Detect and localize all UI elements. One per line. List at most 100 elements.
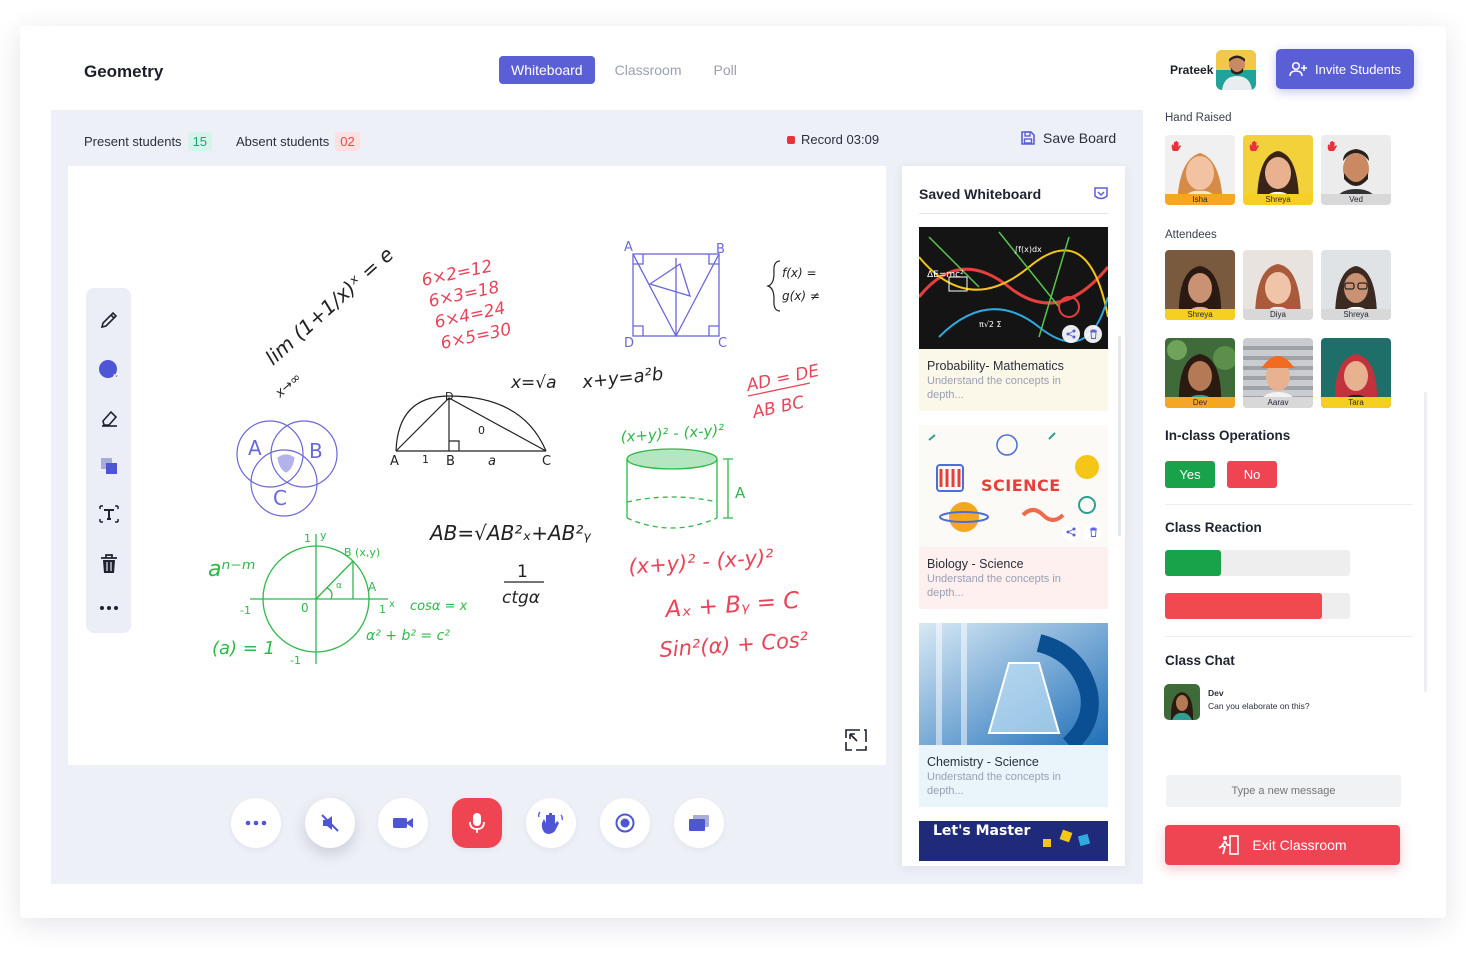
present-label: Present students bbox=[84, 134, 182, 149]
attendee-tile[interactable]: Shreya bbox=[1321, 250, 1391, 320]
venn-label-a: A bbox=[248, 436, 262, 460]
delete-icon[interactable] bbox=[1084, 523, 1102, 541]
save-board-label: Save Board bbox=[1043, 130, 1117, 146]
tab-classroom[interactable]: Classroom bbox=[603, 56, 694, 84]
whiteboard-stage: Present students 15 Absent students 02 R… bbox=[51, 110, 1143, 884]
arc-label-b: B bbox=[446, 454, 455, 469]
tile-name: Shreya bbox=[1243, 194, 1313, 205]
note-sum: Aₓ + Bᵧ = C bbox=[663, 588, 801, 623]
invite-students-button[interactable]: Invite Students bbox=[1276, 49, 1414, 89]
panel-scrollbar[interactable] bbox=[1118, 336, 1121, 536]
circle-label-0: 0 bbox=[301, 601, 309, 615]
mic-button[interactable] bbox=[452, 798, 502, 848]
note-gx: g(x) ≠ bbox=[782, 289, 820, 303]
app-window: Geometry Whiteboard Classroom Poll Prate… bbox=[20, 26, 1446, 918]
raised-hand-icon bbox=[1249, 139, 1260, 151]
color-picker-icon[interactable] bbox=[97, 358, 121, 382]
record-indicator[interactable]: Record 03:09 bbox=[787, 132, 879, 147]
tab-whiteboard[interactable]: Whiteboard bbox=[499, 56, 595, 84]
attendee-tile[interactable]: Diya bbox=[1243, 250, 1313, 320]
note-a1: (a) = 1 bbox=[212, 638, 275, 659]
screen-share-button[interactable] bbox=[674, 798, 724, 848]
absent-students: Absent students 02 bbox=[236, 132, 360, 151]
eraser-icon[interactable] bbox=[97, 406, 121, 430]
sidebar-scrollbar[interactable] bbox=[1424, 392, 1427, 692]
exit-classroom-button[interactable]: Exit Classroom bbox=[1165, 825, 1400, 865]
message-input[interactable] bbox=[1166, 775, 1401, 807]
tile-name: Isha bbox=[1165, 194, 1235, 205]
circle-label-neg1x: -1 bbox=[240, 604, 251, 617]
arc-label-d: D bbox=[445, 390, 453, 403]
yes-button[interactable]: Yes bbox=[1165, 461, 1215, 488]
note-ctg-den: ctgα bbox=[502, 588, 540, 608]
saved-card[interactable]: ΔE=mc² ∫f(x)dx π√2 Σ Probability- Mathem… bbox=[919, 227, 1108, 411]
more-icon[interactable] bbox=[97, 596, 121, 620]
speaker-mute-button[interactable] bbox=[305, 798, 355, 848]
operations-label: In-class Operations bbox=[1165, 428, 1291, 443]
mic-icon bbox=[469, 813, 485, 833]
hand-raised-tile[interactable]: Ved bbox=[1321, 135, 1391, 205]
card-thumbnail: ΔE=mc² ∫f(x)dx π√2 Σ bbox=[919, 227, 1108, 349]
divider bbox=[1165, 504, 1413, 505]
view-tabs: Whiteboard Classroom Poll bbox=[499, 56, 757, 84]
saved-card[interactable]: Chemistry - Science Understand the conce… bbox=[919, 623, 1108, 807]
card-description: Understand the concepts in depth... bbox=[927, 573, 1061, 599]
reaction-bar bbox=[1165, 550, 1350, 576]
reaction-fill bbox=[1165, 593, 1323, 619]
saved-title: Saved Whiteboard bbox=[919, 186, 1042, 202]
circle-label-1: 1 bbox=[304, 532, 311, 545]
trash-icon[interactable] bbox=[97, 552, 121, 576]
saved-card[interactable]: Let's Master bbox=[919, 821, 1108, 861]
attendee-tile[interactable]: Shreya bbox=[1165, 250, 1235, 320]
tile-name: Dev bbox=[1165, 397, 1235, 408]
video-icon bbox=[393, 818, 413, 828]
hand-raised-tile[interactable]: Shreya bbox=[1243, 135, 1313, 205]
card-image-text: SCIENCE bbox=[981, 476, 1061, 495]
arc-label-0: 0 bbox=[478, 424, 485, 437]
attendee-tile[interactable]: Dev bbox=[1165, 338, 1235, 408]
expand-icon[interactable] bbox=[844, 728, 868, 752]
delete-icon[interactable] bbox=[1084, 325, 1102, 343]
video-button[interactable] bbox=[378, 798, 428, 848]
attendee-tile[interactable]: Tara bbox=[1321, 338, 1391, 408]
no-button[interactable]: No bbox=[1227, 461, 1277, 488]
pencil-icon[interactable] bbox=[97, 308, 121, 332]
speaker-mute-icon bbox=[321, 814, 339, 832]
present-count-badge: 15 bbox=[187, 132, 213, 151]
note-trig: Sin²(α) + Cos² bbox=[659, 628, 810, 662]
save-board-button[interactable]: Save Board bbox=[1020, 130, 1116, 146]
raised-hand-icon bbox=[1171, 139, 1182, 151]
tab-poll[interactable]: Poll bbox=[702, 56, 749, 84]
user-avatar[interactable] bbox=[1216, 50, 1256, 90]
chevron-down-icon[interactable] bbox=[1093, 186, 1109, 202]
note-ab: AB=√AB²ₓ+AB²ᵧ bbox=[428, 521, 591, 545]
note-anm: aⁿ⁻ᵐ bbox=[208, 557, 256, 582]
card-actions bbox=[1062, 325, 1102, 343]
circle-label-alpha: α bbox=[336, 581, 342, 591]
attendee-tile[interactable]: Aarav bbox=[1243, 338, 1313, 408]
share-icon[interactable] bbox=[1062, 325, 1080, 343]
card-title: Probability- Mathematics bbox=[927, 359, 1064, 373]
layers-icon[interactable] bbox=[97, 454, 121, 478]
cylinder-label: A bbox=[735, 484, 746, 502]
divider bbox=[1165, 636, 1413, 637]
circle-label-b: B (x,y) bbox=[344, 546, 380, 559]
share-icon[interactable] bbox=[1062, 523, 1080, 541]
exit-label: Exit Classroom bbox=[1252, 837, 1347, 853]
circle-label-a: A bbox=[368, 580, 377, 594]
whiteboard-canvas[interactable]: lim (1+1/x)ˣ = e x→∞ 6×2=12 6×3=18 6×4=2… bbox=[68, 166, 886, 765]
arc-label-a: A bbox=[390, 454, 399, 469]
record-button[interactable] bbox=[600, 798, 650, 848]
text-tool-icon[interactable] bbox=[97, 502, 121, 526]
screen-share-icon bbox=[689, 815, 709, 831]
more-options-button[interactable] bbox=[231, 798, 281, 848]
saved-card[interactable]: SCIENCE Biology - Science Understand the… bbox=[919, 425, 1108, 609]
circle-label-y: y bbox=[320, 529, 327, 542]
card-body: Chemistry - Science Understand the conce… bbox=[919, 745, 1108, 807]
absent-label: Absent students bbox=[236, 134, 330, 149]
raise-hand-button[interactable] bbox=[526, 798, 576, 848]
hand-raised-tile[interactable]: Isha bbox=[1165, 135, 1235, 205]
save-icon bbox=[1021, 131, 1035, 145]
card-title: Let's Master bbox=[933, 823, 1031, 839]
avatar bbox=[1164, 684, 1200, 720]
